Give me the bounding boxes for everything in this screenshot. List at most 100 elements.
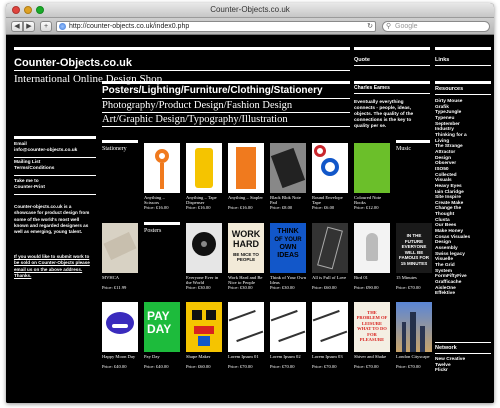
product-image-shiver-shake[interactable]: THE PROBLEM OF LEISURE WHAT TO DO FOR PL… (354, 302, 390, 352)
category-nav-secondary[interactable]: Photography/Product Design/Fashion Desig… (102, 100, 292, 111)
product-title[interactable]: Anything – Stapler (228, 195, 264, 205)
poster-text-think: THINK (277, 228, 299, 235)
product-tile[interactable]: Black Blok Note Pad Price: £8.00 (270, 143, 306, 211)
product-image-note-pad[interactable] (270, 143, 306, 193)
product-title[interactable]: Lorem Ipsum 01 (228, 354, 264, 364)
category-nav-tertiary[interactable]: Art/Graphic Design/Typography/Illustrati… (102, 114, 288, 125)
product-price: Price: £70.00 (396, 285, 421, 291)
product-image-cityscape[interactable] (396, 302, 432, 352)
product-tile[interactable]: PAY DAY Pay Day Price: £40.00 (144, 302, 180, 370)
product-image-stapler[interactable] (228, 143, 264, 193)
product-tile[interactable]: Lorem Ipsum 01 Price: £70.00 (228, 302, 264, 370)
back-button[interactable]: ◀ (11, 21, 23, 32)
product-tile[interactable]: Everyone Ever in the World Price: £30.00 (186, 223, 222, 291)
submit-work-note[interactable]: If you would like to submit work to be s… (14, 254, 94, 279)
product-image-work-hard[interactable]: WORK HARD BE NICE TO PEOPLE (228, 223, 264, 273)
product-tile[interactable]: Anything – Tape Dispenser Price: £16.00 (186, 143, 222, 211)
product-price: Price: £12.00 (354, 205, 379, 211)
product-title[interactable]: Coloured Note Books (354, 195, 390, 205)
email-link[interactable]: info@counter-objects.co.uk (14, 148, 77, 154)
add-bookmark-button[interactable]: + (40, 21, 52, 32)
product-tile[interactable]: Round Envelope Tape Price: £6.00 (312, 143, 348, 211)
category-nav-primary[interactable]: Posters/Lighting/Furniture/Clothing/Stat… (102, 85, 323, 96)
product-tile[interactable]: London Cityscape Price: £70.00 (396, 302, 432, 370)
section-posters[interactable]: Posters (144, 228, 161, 234)
product-price: Price: £16.00 (144, 205, 169, 211)
product-title[interactable]: Lorem Ipsum 03 (312, 354, 348, 364)
product-title[interactable]: Work Hard and Be Nice to People (228, 275, 264, 285)
product-price: Price: £8.00 (270, 205, 293, 211)
product-title[interactable]: 15 Minutes (396, 275, 432, 285)
product-image-note-books[interactable] (354, 143, 390, 193)
product-tile[interactable]: Bird 01 Price: £90.00 (354, 223, 390, 291)
product-title[interactable]: Anything – Scissors (144, 195, 180, 205)
product-image-think[interactable]: THINK OF YOUR OWN IDEAS (270, 223, 306, 273)
block-shape-4 (198, 336, 210, 346)
product-title[interactable]: Happy Moon Day (102, 354, 138, 364)
product-image-everyone[interactable] (186, 223, 222, 273)
product-title[interactable]: Lorem Ipsum 02 (270, 354, 306, 364)
product-title[interactable]: Pay Day (144, 354, 180, 364)
block-shape-1 (192, 310, 202, 320)
product-image-15-minutes[interactable]: IN THE FUTURE EVERYONE WILL BE FAMOUS FO… (396, 223, 432, 273)
poster-text-problem: THE PROBLEM OF LEISURE WHAT TO DO FOR PL… (356, 310, 388, 343)
product-tile[interactable]: Lorem Ipsum 03 Price: £70.00 (312, 302, 348, 370)
scissors-blade-shape (160, 163, 164, 189)
product-title[interactable]: Black Blok Note Pad (270, 195, 306, 205)
product-tile[interactable]: All is Full of Love Price: £60.00 (312, 223, 348, 291)
product-tile[interactable]: Shape Maker Price: £60.00 (186, 302, 222, 370)
resources-link[interactable]: Effektive (435, 291, 491, 297)
product-image-pay-day[interactable]: PAY DAY (144, 302, 180, 352)
product-image-lorem-03[interactable] (312, 302, 348, 352)
posters-rule (144, 222, 180, 225)
product-tile[interactable]: IN THE FUTURE EVERYONE WILL BE FAMOUS FO… (396, 223, 432, 291)
script-lettering-shape (270, 309, 306, 343)
product-tile[interactable]: WORK HARD BE NICE TO PEOPLE Work Hard an… (228, 223, 264, 291)
product-image-lorem-02[interactable] (270, 302, 306, 352)
product-tile[interactable]: THINK OF YOUR OWN IDEAS Think of Your Ow… (270, 223, 306, 291)
email-block: Email info@counter-objects.co.uk (14, 142, 77, 154)
product-image-moon-day[interactable] (102, 302, 138, 352)
product-image-lorem-01[interactable] (228, 302, 264, 352)
product-image-mvhca[interactable] (102, 223, 138, 273)
product-title[interactable]: MVHCA (102, 275, 138, 285)
section-music[interactable]: Music (396, 146, 411, 152)
product-title[interactable]: Anything – Tape Dispenser (186, 195, 222, 205)
product-tile[interactable]: THE PROBLEM OF LEISURE WHAT TO DO FOR PL… (354, 302, 390, 370)
product-image-full-of-love[interactable] (312, 223, 348, 273)
address-bar[interactable]: http://counter-objects.co.uk/index0.php … (56, 21, 376, 32)
product-price: Price: £16.00 (186, 205, 211, 211)
network-link[interactable]: Flickr (435, 368, 491, 374)
product-image-shape-maker[interactable] (186, 302, 222, 352)
product-title[interactable]: All is Full of Love (312, 275, 348, 285)
product-tile[interactable]: Lorem Ipsum 02 Price: £70.00 (270, 302, 306, 370)
product-image-tape-dispenser[interactable] (186, 143, 222, 193)
product-image-bird[interactable] (354, 223, 390, 273)
search-input[interactable]: ⚲ Google (382, 21, 490, 32)
product-image-envelope-tape[interactable] (312, 143, 348, 193)
reload-icon[interactable]: ↻ (367, 22, 373, 31)
product-tile[interactable]: Happy Moon Day Price: £40.00 (102, 302, 138, 370)
product-title[interactable]: Shiver and Shake (354, 354, 390, 364)
forward-button[interactable]: ▶ (23, 21, 35, 32)
links-rule (435, 47, 491, 50)
product-title[interactable]: Shape Maker (186, 354, 222, 364)
product-title[interactable]: London Cityscape (396, 354, 432, 364)
resources-divider (435, 94, 491, 95)
counter-print-link[interactable]: Counter-Print (14, 185, 45, 191)
product-image-scissors[interactable] (144, 143, 180, 193)
site-title[interactable]: Counter-Objects.co.uk (14, 57, 132, 69)
product-title[interactable]: Think of Your Own Ideas (270, 275, 306, 285)
product-tile[interactable]: Coloured Note Books Price: £12.00 (354, 143, 390, 211)
section-stationery[interactable]: Stationery (102, 146, 127, 152)
product-title[interactable]: Bird 01 (354, 275, 390, 285)
product-title[interactable]: Round Envelope Tape (312, 195, 348, 205)
product-tile[interactable]: Anything – Stapler Price: £16.00 (228, 143, 264, 211)
links-heading[interactable]: Links (435, 57, 449, 63)
product-title[interactable]: Everyone Ever in the World (186, 275, 222, 285)
categories-divider-1 (102, 98, 350, 99)
product-price: Price: £70.00 (312, 364, 337, 370)
product-tile[interactable]: Anything – Scissors Price: £16.00 (144, 143, 180, 211)
terms-link[interactable]: Terms/Conditions (14, 166, 54, 172)
product-tile[interactable]: MVHCA Price: £11.99 (102, 223, 138, 291)
